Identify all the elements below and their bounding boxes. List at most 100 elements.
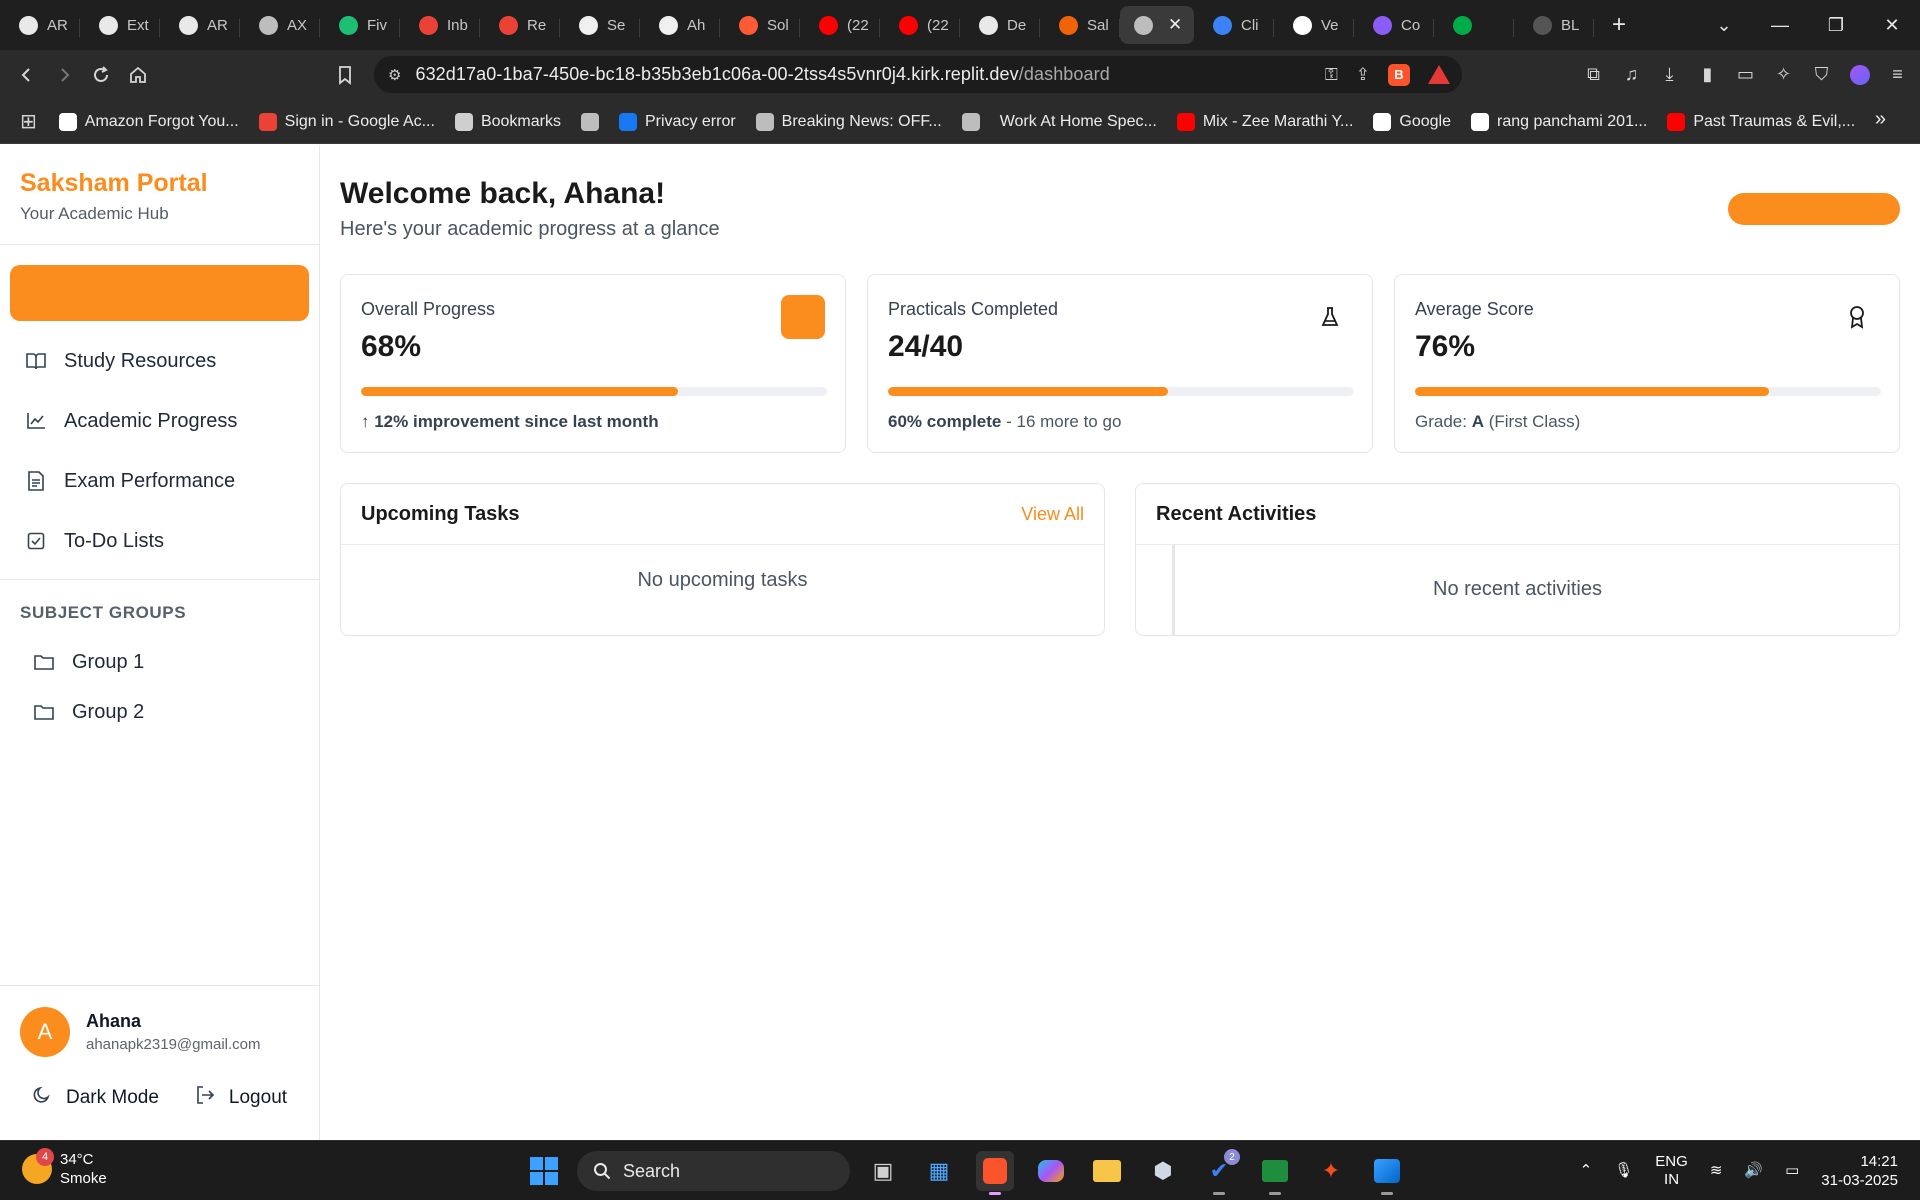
- share-icon[interactable]: ⇪: [1356, 65, 1370, 85]
- group-item-2[interactable]: Group 2: [0, 687, 319, 737]
- tab-search-chevron-icon[interactable]: ⌄: [1696, 15, 1752, 36]
- store-icon[interactable]: ▦: [920, 1151, 958, 1191]
- microphone-icon[interactable]: 🎙: [1614, 1162, 1633, 1180]
- browser-tab[interactable]: Ve: [1274, 6, 1354, 44]
- minimize-button[interactable]: —: [1752, 15, 1808, 36]
- browser-tab[interactable]: Sal: [1040, 6, 1120, 44]
- group-item-1[interactable]: Group 1: [0, 637, 319, 687]
- browser-tab[interactable]: ✕: [1120, 6, 1194, 44]
- stat-value: 24/40: [888, 330, 964, 363]
- browser-tab[interactable]: AX: [240, 6, 320, 44]
- browser-tab[interactable]: BL: [1514, 6, 1594, 44]
- taskbar-search[interactable]: Search: [577, 1151, 850, 1191]
- todo-badge: 2: [1224, 1149, 1240, 1165]
- bookmark-item[interactable]: Bookmarks: [445, 106, 571, 138]
- sidebar-item-study-resources[interactable]: Study Resources: [0, 331, 319, 391]
- weather-sun-icon: 4: [22, 1148, 54, 1184]
- figma-icon[interactable]: ✦: [1312, 1151, 1350, 1191]
- app-icon[interactable]: ⬢: [1144, 1151, 1182, 1191]
- browser-tab[interactable]: Se: [560, 6, 640, 44]
- pinned-apps: ▣ ▦ ⬢ ✔ 2 ✦: [864, 1149, 1406, 1195]
- forward-button[interactable]: [45, 57, 82, 94]
- bookmark-item[interactable]: Amazon Forgot You...: [49, 106, 249, 138]
- vpn-shield-icon[interactable]: ⛉: [1807, 56, 1836, 93]
- leo-ai-icon[interactable]: ✧: [1769, 56, 1798, 93]
- brave-shields-icon[interactable]: B: [1388, 63, 1410, 86]
- address-bar[interactable]: ⚙ 632d17a0-1ba7-450e-bc18-b35b3eb1c06a-0…: [374, 56, 1462, 93]
- more-bookmarks-icon[interactable]: »: [1875, 108, 1886, 131]
- bookmark-item[interactable]: Past Traumas & Evil,...: [1657, 106, 1865, 138]
- bookmark-page-button[interactable]: [326, 56, 363, 93]
- downloads-icon[interactable]: ⤓: [1655, 56, 1684, 93]
- dark-mode-button[interactable]: Dark Mode: [32, 1085, 159, 1111]
- sidebar-toggle-icon[interactable]: ▮: [1693, 56, 1722, 93]
- active-nav-item[interactable]: [10, 265, 309, 321]
- media-icon[interactable]: ♫: [1617, 56, 1646, 93]
- panel-title: Upcoming Tasks: [361, 502, 520, 525]
- bookmark-label: rang panchami 201...: [1496, 112, 1648, 130]
- bookmark-item[interactable]: rang panchami 201...: [1461, 106, 1657, 138]
- close-tab-icon[interactable]: ✕: [1168, 15, 1182, 35]
- logout-button[interactable]: Logout: [195, 1085, 287, 1111]
- bookmark-item[interactable]: [571, 106, 609, 138]
- bookmark-item[interactable]: Breaking News: OFF...: [746, 106, 952, 138]
- browser-tab[interactable]: (22: [800, 6, 880, 44]
- bookmark-item[interactable]: Privacy error: [609, 106, 746, 138]
- menu-icon[interactable]: ≡: [1883, 56, 1912, 93]
- bookmark-item[interactable]: Work At Home Spec...: [990, 106, 1167, 138]
- browser-tab[interactable]: Sol: [720, 6, 800, 44]
- extensions-icon[interactable]: ⧉: [1579, 56, 1608, 93]
- volume-icon[interactable]: 🔊: [1744, 1162, 1763, 1180]
- brave-rewards-icon[interactable]: [1428, 65, 1450, 84]
- sidebar-item-label: To-Do Lists: [64, 529, 165, 552]
- wallet-icon[interactable]: ▭: [1731, 56, 1760, 93]
- wifi-icon[interactable]: ≋: [1710, 1162, 1723, 1180]
- sidebar-item-todo-lists[interactable]: To-Do Lists: [0, 511, 319, 571]
- browser-tab[interactable]: Re: [480, 6, 560, 44]
- restore-button[interactable]: ❐: [1808, 15, 1864, 36]
- browser-tab[interactable]: Ah: [640, 6, 720, 44]
- task-view-icon[interactable]: ▣: [864, 1151, 902, 1191]
- password-key-icon[interactable]: ⚿: [1325, 65, 1338, 85]
- language-indicator[interactable]: ENG IN: [1655, 1153, 1688, 1189]
- battery-icon[interactable]: ▭: [1785, 1162, 1799, 1180]
- bookmark-item[interactable]: Mix - Zee Marathi Y...: [1167, 106, 1364, 138]
- browser-tab[interactable]: Cli: [1194, 6, 1274, 44]
- new-tab-button[interactable]: +: [1598, 6, 1640, 44]
- browser-tab[interactable]: De: [960, 6, 1040, 44]
- site-settings-icon[interactable]: ⚙: [388, 66, 401, 84]
- dark-mode-label: Dark Mode: [66, 1087, 159, 1108]
- view-all-link[interactable]: View All: [1021, 504, 1084, 525]
- bookmark-item[interactable]: [952, 106, 990, 138]
- browser-tab[interactable]: Fiv: [320, 6, 400, 44]
- browser-tab[interactable]: Inb: [400, 6, 480, 44]
- windows-start-icon[interactable]: [530, 1157, 558, 1185]
- copilot-icon[interactable]: [1032, 1151, 1070, 1191]
- back-button[interactable]: [8, 57, 45, 94]
- bookmark-item[interactable]: Sign in - Google Ac...: [249, 106, 445, 138]
- browser-tab[interactable]: [1434, 6, 1514, 44]
- sidebar-item-exam-performance[interactable]: Exam Performance: [0, 451, 319, 511]
- photos-icon[interactable]: [1368, 1151, 1406, 1195]
- file-explorer-icon[interactable]: [1088, 1151, 1126, 1191]
- todo-app-icon[interactable]: ✔ 2: [1200, 1149, 1240, 1195]
- bookmark-item[interactable]: Google: [1363, 106, 1461, 138]
- browser-tab[interactable]: Co: [1354, 6, 1434, 44]
- brave-browser-icon[interactable]: [976, 1151, 1014, 1195]
- fiverr-icon: [339, 15, 358, 35]
- browser-tab[interactable]: Ext: [80, 6, 160, 44]
- reload-button[interactable]: [82, 57, 119, 94]
- clock[interactable]: 14:21 31-03-2025: [1821, 1152, 1898, 1190]
- sidebar-item-academic-progress[interactable]: Academic Progress: [0, 391, 319, 451]
- home-button[interactable]: [119, 57, 156, 94]
- tray-overflow-icon[interactable]: ⌃: [1580, 1162, 1593, 1180]
- browser-tab[interactable]: AR: [160, 6, 240, 44]
- browser-tab[interactable]: AR: [0, 6, 80, 44]
- classroom-icon[interactable]: [1256, 1151, 1294, 1195]
- close-window-button[interactable]: ✕: [1864, 15, 1920, 36]
- header-action-button[interactable]: [1728, 193, 1900, 225]
- browser-tab[interactable]: (22: [880, 6, 960, 44]
- apps-grid-icon[interactable]: ⊞: [20, 109, 37, 134]
- profile-icon[interactable]: [1845, 56, 1874, 93]
- weather-widget[interactable]: 4 34°C Smoke: [22, 1148, 107, 1188]
